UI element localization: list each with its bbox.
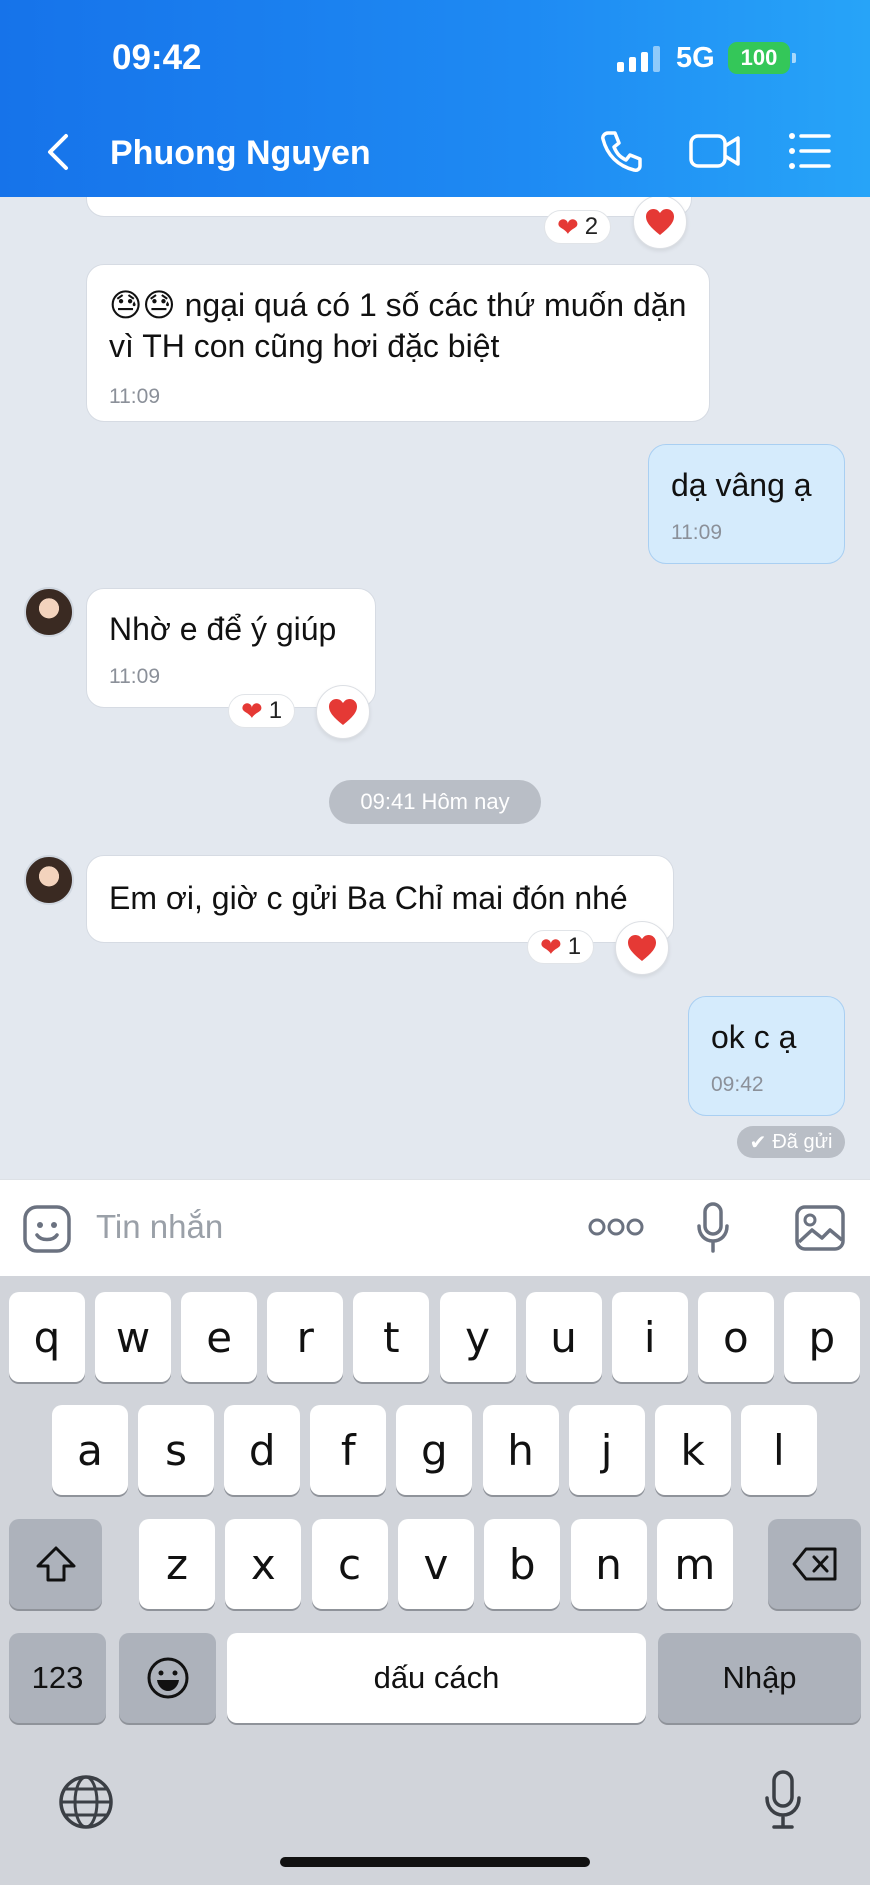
signal-icon: [617, 46, 660, 72]
date-divider: 09:41 Hôm nay: [329, 780, 541, 824]
key-p[interactable]: p: [783, 1292, 860, 1382]
message-bubble[interactable]: 😓😓 ngại quá có 1 số các thứ muốn dặn vì …: [86, 264, 710, 422]
key-c[interactable]: c: [311, 1519, 388, 1609]
message-bubble[interactable]: Em ơi, giờ c gửi Ba Chỉ mai đón nhé: [86, 855, 674, 943]
key-f[interactable]: f: [310, 1405, 387, 1495]
key-q[interactable]: q: [9, 1292, 85, 1382]
space-key[interactable]: dấu cách: [227, 1633, 646, 1723]
key-d[interactable]: d: [224, 1405, 301, 1495]
key-o[interactable]: o: [697, 1292, 774, 1382]
reaction-count[interactable]: ❤ 1: [228, 694, 296, 728]
key-j[interactable]: j: [568, 1405, 645, 1495]
chat-header: 09:42 5G 100 Phuong Nguyen: [0, 0, 870, 197]
key-h[interactable]: h: [482, 1405, 559, 1495]
list-icon[interactable]: [786, 128, 832, 179]
message-bubble-mine[interactable]: dạ vâng ạ 11:09: [648, 444, 845, 564]
message-list[interactable]: ❤ 2 😓😓 ngại quá có 1 số các thứ muốn dặn…: [0, 197, 870, 1179]
video-icon[interactable]: [688, 128, 742, 179]
key-l[interactable]: l: [740, 1405, 817, 1495]
key-i[interactable]: i: [611, 1292, 688, 1382]
react-heart-button[interactable]: [633, 197, 687, 249]
key-t[interactable]: t: [353, 1292, 430, 1382]
status-time: 09:42: [112, 38, 202, 77]
key-s[interactable]: s: [138, 1405, 215, 1495]
dictation-icon[interactable]: [763, 1770, 803, 1835]
avatar[interactable]: [24, 855, 74, 905]
message-time: 11:09: [109, 665, 160, 688]
shift-key[interactable]: [9, 1519, 102, 1609]
check-icon: ✔: [749, 1131, 767, 1154]
message-text: Em ơi, giờ c gửi Ba Chỉ mai đón nhé: [109, 880, 628, 916]
message-bubble-mine[interactable]: ok c ạ 09:42: [688, 996, 845, 1116]
key-e[interactable]: e: [181, 1292, 258, 1382]
react-heart-button[interactable]: [615, 921, 669, 975]
key-k[interactable]: k: [654, 1405, 731, 1495]
return-key[interactable]: Nhập: [658, 1633, 861, 1723]
network-label: 5G: [676, 42, 715, 74]
home-indicator: [280, 1857, 590, 1867]
message-time: 11:09: [671, 521, 722, 544]
message-time: 11:09: [109, 385, 160, 408]
message-input[interactable]: Tin nhắn: [96, 1208, 223, 1246]
image-icon[interactable]: [794, 1204, 846, 1257]
message-text: dạ vâng ạ: [671, 467, 812, 503]
back-chevron-icon[interactable]: [40, 130, 76, 174]
avatar[interactable]: [24, 587, 74, 637]
message-text: ngại quá có 1 số các thứ muốn dặn vì TH …: [109, 287, 687, 364]
heart-icon: ❤: [540, 931, 562, 962]
key-r[interactable]: r: [267, 1292, 344, 1382]
emoji: 😓😓: [109, 286, 176, 324]
heart-icon: ❤: [557, 211, 579, 242]
more-icon[interactable]: [588, 1216, 644, 1243]
key-w[interactable]: w: [95, 1292, 172, 1382]
sticker-icon[interactable]: [22, 1204, 72, 1259]
contact-name[interactable]: Phuong Nguyen: [110, 134, 371, 173]
heart-icon: ❤: [241, 695, 263, 726]
backspace-key[interactable]: [768, 1519, 861, 1609]
message-input-bar: Tin nhắn: [0, 1179, 870, 1276]
key-x[interactable]: x: [225, 1519, 302, 1609]
mic-icon[interactable]: [696, 1202, 730, 1259]
phone-icon[interactable]: [598, 128, 644, 179]
sent-status: ✔ Đã gửi: [737, 1126, 845, 1158]
key-z[interactable]: z: [139, 1519, 215, 1609]
message-text: ok c ạ: [711, 1019, 797, 1055]
key-u[interactable]: u: [525, 1292, 602, 1382]
message-text: Nhờ e để ý giúp: [109, 611, 337, 647]
reaction-count[interactable]: ❤ 1: [527, 930, 595, 964]
key-v[interactable]: v: [397, 1519, 474, 1609]
keyboard: qwertyuiop asdfghjkl zxcvbnm 123 dấu các…: [0, 1276, 870, 1885]
globe-icon[interactable]: [58, 1774, 114, 1835]
key-b[interactable]: b: [484, 1519, 561, 1609]
key-g[interactable]: g: [396, 1405, 473, 1495]
reaction-count[interactable]: ❤ 2: [544, 210, 612, 244]
emoji-key[interactable]: [119, 1633, 216, 1723]
key-n[interactable]: n: [570, 1519, 647, 1609]
message-time: 09:42: [711, 1073, 764, 1096]
key-y[interactable]: y: [439, 1292, 516, 1382]
react-heart-button[interactable]: [316, 685, 370, 739]
battery-indicator: 100: [728, 42, 796, 74]
numbers-key[interactable]: 123: [9, 1633, 106, 1723]
key-m[interactable]: m: [656, 1519, 733, 1609]
key-a[interactable]: a: [52, 1405, 128, 1495]
